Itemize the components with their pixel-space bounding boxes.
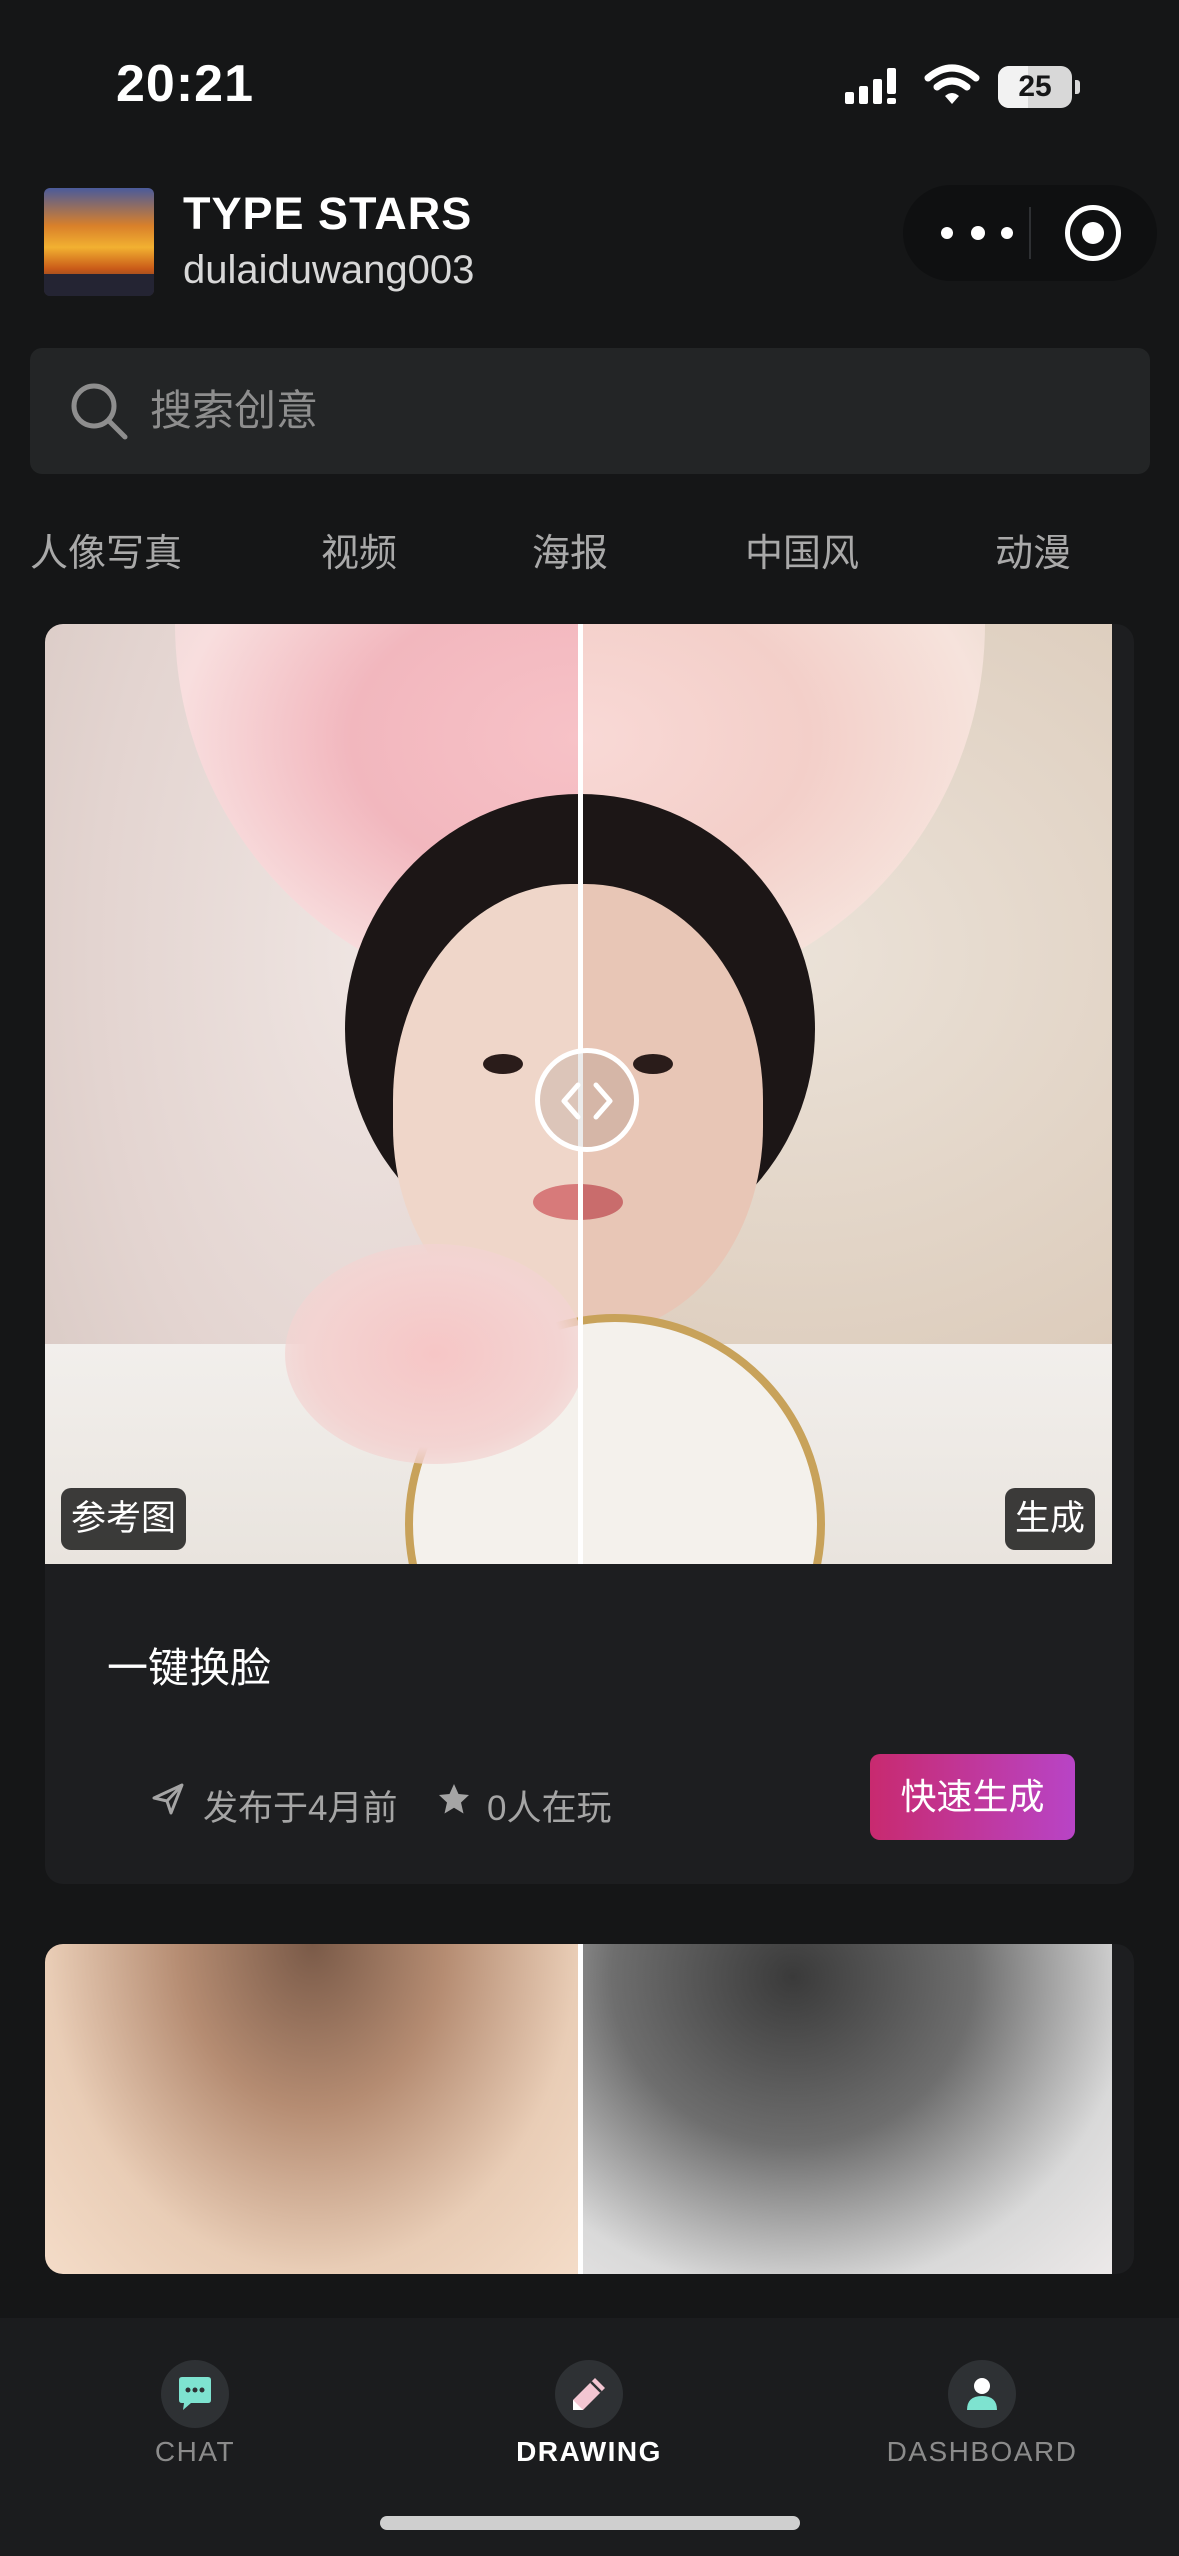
home-indicator[interactable] <box>380 2516 800 2530</box>
generated-image <box>580 1944 1112 2274</box>
tab-poster[interactable]: 海报 <box>532 522 608 577</box>
username: dulaiduwang003 <box>183 248 475 292</box>
app-avatar[interactable] <box>44 188 154 296</box>
app-header: TYPE STARS dulaiduwang003 <box>0 170 1179 310</box>
player-count: 0人在玩 <box>487 1789 612 1828</box>
user-icon <box>948 2360 1016 2428</box>
generated-badge: 生成 <box>1005 1488 1096 1550</box>
pencil-icon <box>555 2360 623 2428</box>
miniprogram-capsule <box>903 185 1157 281</box>
reference-badge: 参考图 <box>61 1488 187 1550</box>
send-icon <box>152 1783 184 1815</box>
tab-video[interactable]: 视频 <box>321 522 397 577</box>
nav-chat[interactable]: CHAT <box>45 2318 345 2467</box>
status-time: 20:21 <box>116 55 254 113</box>
nav-label-drawing: DRAWING <box>516 2436 662 2467</box>
app-screen: 20:21 25 TYPE STARS dulaiduwang003 搜索创意 … <box>0 0 1179 2556</box>
nav-label-chat: CHAT <box>154 2436 236 2467</box>
chat-icon <box>161 2360 229 2428</box>
compare-slider-handle[interactable] <box>535 1048 639 1152</box>
tab-chinese-style[interactable]: 中国风 <box>745 522 859 577</box>
nav-dashboard[interactable]: DASHBOARD <box>832 2318 1132 2467</box>
reference-image <box>45 1944 580 2274</box>
before-after-compare[interactable]: 参考图 生成 <box>45 624 1112 1564</box>
search-input[interactable] <box>150 376 1050 446</box>
battery-icon: 25 <box>998 66 1080 108</box>
close-miniprogram-icon[interactable] <box>1065 205 1121 261</box>
star-icon <box>439 1784 469 1814</box>
generated-image <box>580 624 1112 1564</box>
more-options-icon[interactable] <box>933 185 1023 281</box>
code-arrows-icon <box>561 1082 613 1120</box>
template-card[interactable]: 参考图 生成 一键换脸 发布于4月前 0人在玩 快速生成 <box>45 624 1134 1884</box>
tab-portrait[interactable]: 人像写真 <box>30 522 182 577</box>
search-bar[interactable] <box>30 348 1150 474</box>
card-title: 一键换脸 <box>107 1645 271 1691</box>
app-title: TYPE STARS <box>183 188 473 239</box>
nav-label-dashboard: DASHBOARD <box>886 2436 1078 2467</box>
search-icon <box>71 383 128 440</box>
capsule-divider <box>1029 207 1031 259</box>
reference-image <box>45 624 1112 1564</box>
publish-time: 发布于4月前 <box>203 1789 398 1828</box>
template-card[interactable] <box>45 1944 1134 2274</box>
wifi-icon <box>924 64 980 104</box>
category-tabs: 人像写真 视频 海报 中国风 动漫 <box>0 522 1179 592</box>
quick-generate-button[interactable]: 快速生成 <box>870 1754 1075 1840</box>
nav-drawing[interactable]: DRAWING <box>439 2318 739 2467</box>
tab-anime[interactable]: 动漫 <box>995 522 1071 577</box>
status-bar: 20:21 25 <box>0 0 1179 160</box>
battery-level-text: 25 <box>1018 70 1052 103</box>
cellular-signal-icon <box>845 68 896 104</box>
compare-divider[interactable] <box>578 1944 583 2274</box>
